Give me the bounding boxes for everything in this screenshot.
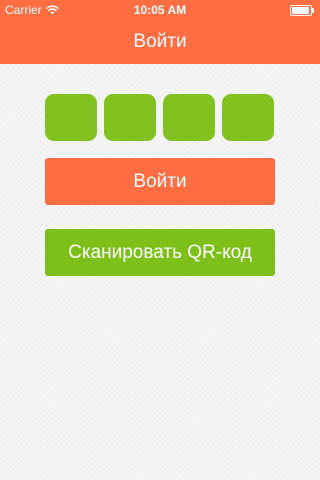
status-bar: Carrier 10:05 AM (0, 0, 320, 20)
code-digit-box-2[interactable] (104, 94, 156, 141)
scan-qr-button[interactable]: Сканировать QR-код (45, 229, 275, 276)
status-time: 10:05 AM (133, 3, 187, 17)
code-digit-box-4[interactable] (222, 94, 274, 141)
battery-fill (292, 7, 309, 14)
code-entry (45, 94, 275, 141)
login-button[interactable]: Войти (45, 158, 275, 205)
battery-tip (312, 8, 314, 13)
code-digit-box-3[interactable] (163, 94, 215, 141)
code-digit-box-1[interactable] (45, 94, 97, 141)
battery-icon (290, 5, 314, 16)
page-title: Войти (133, 31, 187, 52)
top-bar: Carrier 10:05 AM Войти (0, 0, 320, 64)
